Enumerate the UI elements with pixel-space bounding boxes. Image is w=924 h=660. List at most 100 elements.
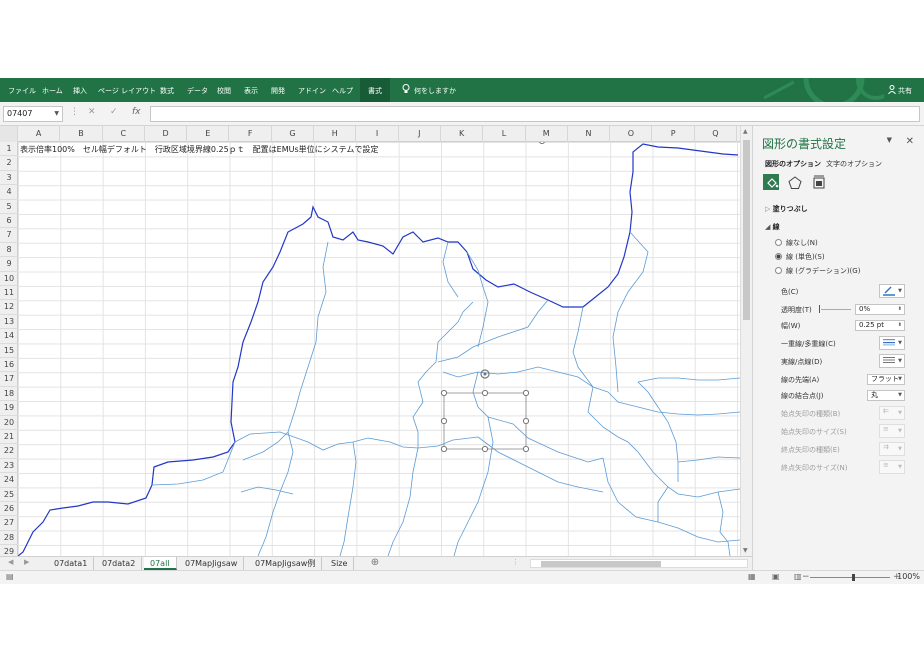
cancel-icon[interactable]: ✕ xyxy=(88,107,96,117)
column-header[interactable]: M xyxy=(526,126,568,142)
share-button[interactable]: 共有 xyxy=(888,78,912,102)
vertical-scroll-thumb[interactable] xyxy=(743,140,750,320)
row-header[interactable]: 10 xyxy=(0,272,18,286)
transparency-slider-knob[interactable] xyxy=(819,305,820,313)
tell-me-box[interactable]: 何をしますか xyxy=(402,78,456,102)
macro-record-icon[interactable]: ▤ xyxy=(6,572,14,581)
column-header[interactable]: G xyxy=(272,126,315,142)
column-header[interactable]: K xyxy=(441,126,484,142)
row-header[interactable]: 1 xyxy=(0,142,18,157)
sheet-tab-07mapjigsaw[interactable]: 07MapJigsaw xyxy=(179,557,245,570)
tab-data[interactable]: データ xyxy=(187,78,208,102)
sheet-tab-07all[interactable]: 07all xyxy=(144,557,177,570)
width-input[interactable]: 0.25 pt ⬍ xyxy=(855,320,905,331)
dash-type-dropdown[interactable]: ▼ xyxy=(879,354,905,368)
insert-function-icon[interactable]: fx xyxy=(132,107,141,117)
compound-type-dropdown[interactable]: ▼ xyxy=(879,336,905,350)
row-header[interactable]: 25 xyxy=(0,488,18,502)
column-header[interactable]: D xyxy=(145,126,188,142)
column-header[interactable]: O xyxy=(610,126,653,142)
tab-addins[interactable]: アドイン xyxy=(298,78,326,102)
tab-insert[interactable]: 挿入 xyxy=(73,78,87,102)
row-header[interactable]: 5 xyxy=(0,200,18,214)
row-header[interactable]: 20 xyxy=(0,416,18,430)
row-header[interactable]: 2 xyxy=(0,156,18,171)
row-header[interactable]: 16 xyxy=(0,358,18,373)
radio-button[interactable] xyxy=(775,267,782,274)
row-header[interactable]: 21 xyxy=(0,430,18,445)
radio-gradient-line[interactable]: 線 (グラデーション)(G) xyxy=(775,266,860,276)
worksheet-grid[interactable]: A B C D E F G H I J K L M N O P Q 123456… xyxy=(0,126,740,556)
close-icon[interactable]: ✕ xyxy=(906,136,914,147)
transparency-input[interactable]: 0% ⬍ xyxy=(855,304,905,315)
spinner-icon[interactable]: ⬍ xyxy=(898,321,902,330)
tab-formulas[interactable]: 数式 xyxy=(160,78,174,102)
zoom-slider-knob[interactable] xyxy=(852,574,855,581)
radio-solid-line[interactable]: 線 (単色)(S) xyxy=(775,252,825,262)
column-header[interactable]: B xyxy=(60,126,103,142)
zoom-out-icon[interactable]: − xyxy=(802,572,810,582)
select-all-corner[interactable] xyxy=(0,126,18,142)
column-header[interactable]: H xyxy=(314,126,357,142)
horizontal-scrollbar[interactable] xyxy=(530,559,748,568)
column-header[interactable]: F xyxy=(230,126,272,142)
map-shapes[interactable] xyxy=(18,142,740,556)
row-header[interactable]: 6 xyxy=(0,214,18,229)
zoom-slider[interactable] xyxy=(810,574,890,581)
pane-options-icon[interactable]: ▼ xyxy=(887,136,892,144)
page-layout-view-icon[interactable]: ▣ xyxy=(772,572,780,581)
tab-developer[interactable]: 開発 xyxy=(271,78,285,102)
chevron-down-icon[interactable]: ▼ xyxy=(898,375,902,384)
row-header[interactable]: 17 xyxy=(0,372,18,387)
prev-sheet-icon[interactable]: ◀ xyxy=(8,558,13,566)
row-header[interactable]: 24 xyxy=(0,473,18,488)
zoom-level[interactable]: 100% xyxy=(897,572,920,581)
row-header[interactable]: 14 xyxy=(0,329,18,344)
row-header[interactable]: 9 xyxy=(0,257,18,272)
add-sheet-icon[interactable]: ⊕ xyxy=(368,557,382,570)
name-box[interactable]: 07407 ▼ xyxy=(3,106,63,122)
column-header[interactable]: J xyxy=(399,126,441,142)
chevron-down-icon[interactable]: ▼ xyxy=(898,339,902,348)
sheet-tab-07data1[interactable]: 07data1 xyxy=(48,557,95,570)
chevron-down-icon[interactable]: ▼ xyxy=(898,391,902,400)
effects-category[interactable] xyxy=(786,174,802,190)
column-header[interactable]: N xyxy=(568,126,611,142)
line-section-header[interactable]: ◢ 線 xyxy=(765,222,780,232)
column-header[interactable]: C xyxy=(103,126,145,142)
tab-text-options[interactable]: 文字のオプション xyxy=(826,159,882,169)
column-header[interactable]: I xyxy=(356,126,399,142)
scroll-up-icon[interactable]: ▲ xyxy=(743,128,748,135)
enter-icon[interactable]: ✓ xyxy=(110,107,118,117)
row-header[interactable]: 7 xyxy=(0,228,18,243)
chevron-down-icon[interactable]: ▼ xyxy=(898,357,902,366)
vertical-scrollbar[interactable]: ▲ ▼ xyxy=(740,126,752,556)
tab-review[interactable]: 校閲 xyxy=(217,78,231,102)
prefecture-boundary[interactable] xyxy=(18,143,739,556)
scroll-down-icon[interactable]: ▼ xyxy=(743,547,748,554)
row-header[interactable]: 26 xyxy=(0,502,18,517)
sheet-tab-07mapjigsaw-example[interactable]: 07MapJigsaw例 xyxy=(249,557,323,570)
sheet-tab-07data2[interactable]: 07data2 xyxy=(96,557,143,570)
tab-page-layout[interactable]: ページ レイアウト xyxy=(98,78,156,102)
tab-view[interactable]: 表示 xyxy=(244,78,258,102)
row-header[interactable]: 19 xyxy=(0,401,18,416)
tab-format[interactable]: 書式 xyxy=(360,78,390,102)
chevron-down-icon[interactable]: ▼ xyxy=(54,107,59,121)
radio-no-line[interactable]: 線なし(N) xyxy=(775,238,818,248)
column-header[interactable]: E xyxy=(187,126,230,142)
column-header[interactable]: Q xyxy=(695,126,738,142)
page-break-view-icon[interactable]: ▥ xyxy=(794,572,802,581)
row-header[interactable]: 23 xyxy=(0,459,18,474)
tab-split-grip-icon[interactable]: ⋮ xyxy=(512,558,519,566)
spinner-icon[interactable]: ⬍ xyxy=(898,305,902,314)
next-sheet-icon[interactable]: ▶ xyxy=(24,558,29,566)
row-header[interactable]: 11 xyxy=(0,286,18,301)
row-header[interactable]: 29 xyxy=(0,545,18,556)
row-header[interactable]: 15 xyxy=(0,344,18,358)
line-color-button[interactable]: ▼ xyxy=(879,284,905,298)
tab-file[interactable]: ファイル xyxy=(8,78,36,102)
formula-input[interactable] xyxy=(150,106,920,122)
horizontal-scroll-thumb[interactable] xyxy=(541,561,661,567)
row-header[interactable]: 22 xyxy=(0,444,18,459)
